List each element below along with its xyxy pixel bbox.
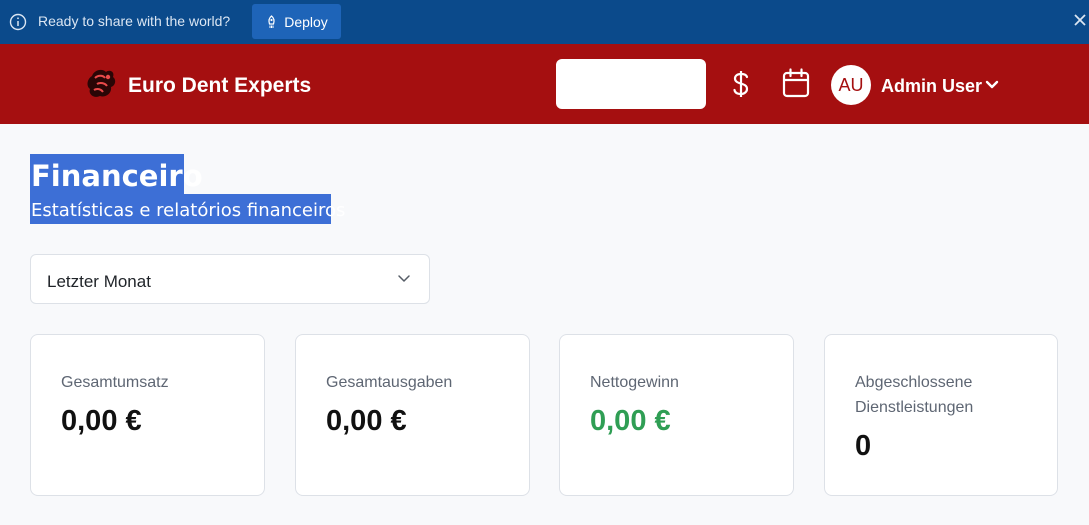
stat-card-value: 0 [855, 430, 872, 462]
calendar-icon[interactable] [782, 68, 810, 98]
stat-card-completed-services: Abgeschlossene Dienstleistungen 0 [824, 334, 1058, 496]
stat-card-label: Gesamtumsatz [61, 374, 169, 391]
logo-icon[interactable] [84, 66, 118, 102]
page-subtitle: Estatísticas e relatórios financeiros [31, 200, 346, 221]
rocket-icon [268, 14, 275, 28]
stat-card-label: Abgeschlossene Dienstleistungen [855, 374, 974, 416]
user-name[interactable]: Admin User [881, 76, 982, 97]
page-title: Financeiro [31, 159, 203, 193]
stat-card-expenses: Gesamtausgaben 0,00 € [295, 334, 530, 496]
dollar-icon[interactable] [728, 69, 754, 99]
period-select-value: Letzter Monat [47, 272, 151, 291]
app-header: Euro Dent Experts AU Admin User [0, 44, 1089, 124]
stat-card-value: 0,00 € [61, 405, 142, 437]
chevron-down-icon[interactable] [984, 78, 1000, 92]
search-input[interactable] [556, 59, 706, 109]
stat-card-label: Gesamtausgaben [326, 374, 453, 391]
brand-name[interactable]: Euro Dent Experts [128, 74, 311, 98]
stat-card-revenue: Gesamtumsatz 0,00 € [30, 334, 265, 496]
stat-card-label: Nettogewinn [590, 374, 679, 391]
deploy-message: Ready to share with the world? [38, 13, 231, 29]
avatar[interactable]: AU [831, 65, 871, 105]
stat-card-value: 0,00 € [326, 405, 407, 437]
stat-card-value: 0,00 € [590, 405, 671, 437]
period-select[interactable]: Letzter Monat [30, 254, 430, 304]
chevron-down-icon [398, 275, 410, 282]
avatar-initials: AU [838, 74, 864, 95]
close-icon[interactable] [1073, 10, 1087, 30]
stat-card-net-profit: Nettogewinn 0,00 € [559, 334, 794, 496]
info-icon [9, 13, 27, 31]
deploy-banner: Ready to share with the world? Deploy [0, 0, 1089, 44]
deploy-button[interactable]: Deploy [252, 4, 341, 39]
deploy-button-label: Deploy [284, 13, 328, 30]
